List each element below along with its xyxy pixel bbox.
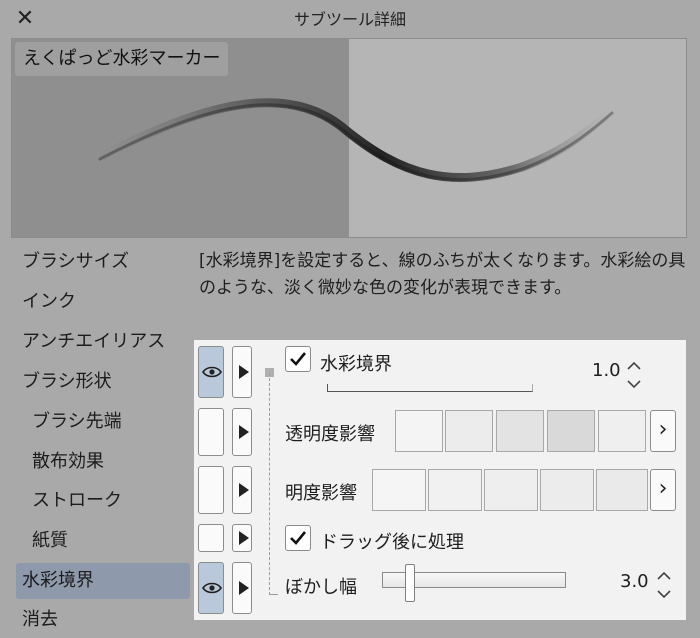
brightness-effect-swatch-5[interactable] <box>596 469 648 511</box>
watercolor-edge-value[interactable]: 1.0 <box>592 360 621 381</box>
preset-name: えくぱっど水彩マーカー <box>15 42 229 76</box>
sidebar-item-stroke[interactable]: ストローク <box>16 483 190 519</box>
brightness-effect-more-button[interactable]: › <box>650 469 676 511</box>
expand-arrow-button[interactable] <box>232 408 252 456</box>
expand-arrow-button[interactable] <box>232 524 252 552</box>
brightness-effect-swatch-1[interactable] <box>372 469 426 511</box>
sidebar-item-watercolor-edge[interactable]: 水彩境界 <box>16 563 190 599</box>
expand-arrow-button[interactable] <box>232 562 252 614</box>
brush-preview: えくぱっど水彩マーカー <box>11 38 687 238</box>
sidebar-item-paper-texture[interactable]: 紙質 <box>16 523 190 559</box>
process-after-drag-checkbox[interactable] <box>285 525 311 551</box>
brightness-effect-label: 明度影響 <box>285 483 357 504</box>
settings-panel: 水彩境界 1.0 透明度影響 › 明度影響 › ドラッグ後に処理 ぼかし幅 3.… <box>194 340 686 620</box>
opacity-effect-more-button[interactable]: › <box>650 410 676 452</box>
process-after-drag-label: ドラッグ後に処理 <box>320 532 464 553</box>
opacity-effect-swatch-4[interactable] <box>547 410 595 452</box>
opacity-effect-label: 透明度影響 <box>285 424 375 445</box>
tree-line <box>269 373 270 595</box>
category-description: [水彩境界]を設定すると、線のふちが太くなります。水彩絵の具のような、淡く微妙な… <box>199 251 686 298</box>
watercolor-edge-slider[interactable] <box>327 384 533 392</box>
sidebar-item-spray-effect[interactable]: 散布効果 <box>16 444 190 480</box>
blur-width-value[interactable]: 3.0 <box>620 571 649 592</box>
watercolor-edge-stepper[interactable] <box>626 360 642 390</box>
window-title: サブツール詳細 <box>293 10 406 29</box>
opacity-effect-swatch-5[interactable] <box>598 410 646 452</box>
eye-toggle-empty[interactable] <box>198 466 224 514</box>
tree-elbow <box>269 594 278 595</box>
opacity-effect-swatch-2[interactable] <box>445 410 493 452</box>
title-bar: ✕ サブツール詳細 <box>0 0 700 36</box>
blur-width-label: ぼかし幅 <box>285 577 357 598</box>
eye-icon[interactable] <box>198 562 224 614</box>
eye-toggle-empty[interactable] <box>198 408 224 456</box>
expand-arrow-button[interactable] <box>232 346 252 398</box>
sidebar-item-antialiasing[interactable]: アンチエイリアス <box>16 324 190 360</box>
eye-icon[interactable] <box>198 346 224 398</box>
sidebar-item-erase[interactable]: 消去 <box>16 602 190 638</box>
sidebar-item-brush-shape[interactable]: ブラシ形状 <box>16 364 190 400</box>
sidebar-item-brush-size[interactable]: ブラシサイズ <box>16 244 190 280</box>
sidebar-item-brush-tip[interactable]: ブラシ先端 <box>16 404 190 440</box>
blur-width-slider-handle[interactable] <box>404 564 415 602</box>
watercolor-edge-checkbox[interactable] <box>285 346 311 372</box>
eye-toggle-empty[interactable] <box>198 524 224 552</box>
watercolor-edge-label: 水彩境界 <box>320 354 392 375</box>
brightness-effect-swatch-4[interactable] <box>540 469 594 511</box>
opacity-effect-swatch-3[interactable] <box>496 410 544 452</box>
brightness-effect-swatch-2[interactable] <box>428 469 482 511</box>
expand-arrow-button[interactable] <box>232 466 252 514</box>
blur-width-stepper[interactable] <box>656 570 672 600</box>
sidebar-item-ink[interactable]: インク <box>16 284 190 320</box>
close-icon[interactable]: ✕ <box>13 7 37 31</box>
brightness-effect-swatch-3[interactable] <box>484 469 538 511</box>
category-sidebar: ブラシサイズ インク アンチエイリアス ブラシ形状 ブラシ先端 散布効果 ストロ… <box>0 242 194 630</box>
opacity-effect-swatch-1[interactable] <box>395 410 443 452</box>
